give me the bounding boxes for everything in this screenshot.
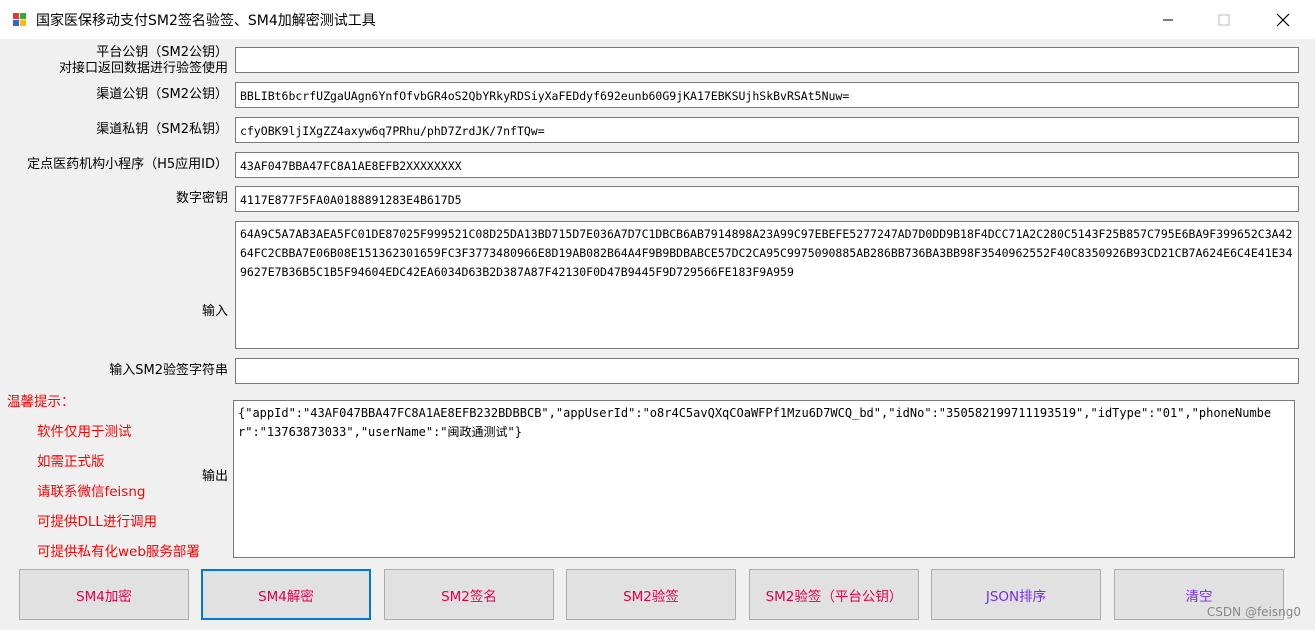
sm4-decrypt-button[interactable]: SM4解密 (201, 569, 371, 620)
notice-line: 如需正式版 (37, 454, 105, 470)
digital-key-label: 数字密钥 (175, 191, 228, 206)
maximize-icon (1218, 14, 1230, 25)
input-textarea[interactable]: 64A9C5A7AB3AEA5FC01DE87025F999521C08D25D… (235, 221, 1299, 349)
output-textarea[interactable]: {"appId":"43AF047BBA47FC8A1AE8EFB232BDBB… (233, 400, 1295, 558)
close-button[interactable] (1260, 0, 1306, 39)
input-label: 输入 (201, 304, 228, 319)
sm2-verify-string-input[interactable] (235, 358, 1299, 384)
title-bar: 国家医保移动支付SM2签名验签、SM4加解密测试工具 (0, 0, 1315, 39)
app-id-label: 定点医药机构小程序（H5应用ID） (27, 157, 228, 172)
notice-line: 请联系微信feisng (37, 484, 146, 500)
channel-pubkey-label: 渠道公钥（SM2公钥） (96, 87, 228, 102)
channel-privkey-input[interactable]: cfyOBK9ljIXgZZ4axyw6q7PRhu/phD7ZrdJK/7nf… (235, 117, 1299, 143)
app-icon (13, 13, 26, 26)
platform-pubkey-input[interactable] (235, 47, 1299, 73)
notice-line: 软件仅用于测试 (37, 424, 132, 440)
output-label: 输出 (201, 469, 228, 484)
app-id-input[interactable]: 43AF047BBA47FC8A1AE8EFB2XXXXXXXX (235, 152, 1299, 178)
sm4-encrypt-button[interactable]: SM4加密 (19, 569, 189, 620)
digital-key-input[interactable]: 4117E877F5FA0A0188891283E4B617D5 (235, 186, 1299, 212)
sm2-verify-platform-button[interactable]: SM2验签（平台公钥） (749, 569, 919, 620)
platform-pubkey-label: 平台公钥（SM2公钥） (96, 45, 228, 60)
notice-line: 可提供DLL进行调用 (37, 514, 157, 530)
maximize-button[interactable] (1201, 0, 1247, 39)
channel-pubkey-input[interactable]: BBLIBt6bcrfUZgaUAgn6YnfOfvbGR4oS2QbYRkyR… (235, 82, 1299, 108)
notice-title: 温馨提示： (7, 394, 75, 410)
sm2-verify-string-label: 输入SM2验签字符串 (109, 363, 228, 378)
sm2-verify-button[interactable]: SM2验签 (566, 569, 736, 620)
sm2-sign-button[interactable]: SM2签名 (384, 569, 554, 620)
channel-privkey-label: 渠道私钥（SM2私钥） (96, 122, 228, 137)
platform-pubkey-sublabel: 对接口返回数据进行验签使用 (58, 61, 228, 76)
json-sort-button[interactable]: JSON排序 (931, 569, 1101, 620)
notice-line: 可提供私有化web服务部署 (37, 544, 200, 560)
window-title: 国家医保移动支付SM2签名验签、SM4加解密测试工具 (36, 13, 376, 29)
minimize-icon (1163, 19, 1173, 20)
watermark: CSDN @feisng0 (1206, 605, 1301, 619)
close-icon (1276, 13, 1290, 26)
minimize-button[interactable] (1145, 0, 1191, 39)
